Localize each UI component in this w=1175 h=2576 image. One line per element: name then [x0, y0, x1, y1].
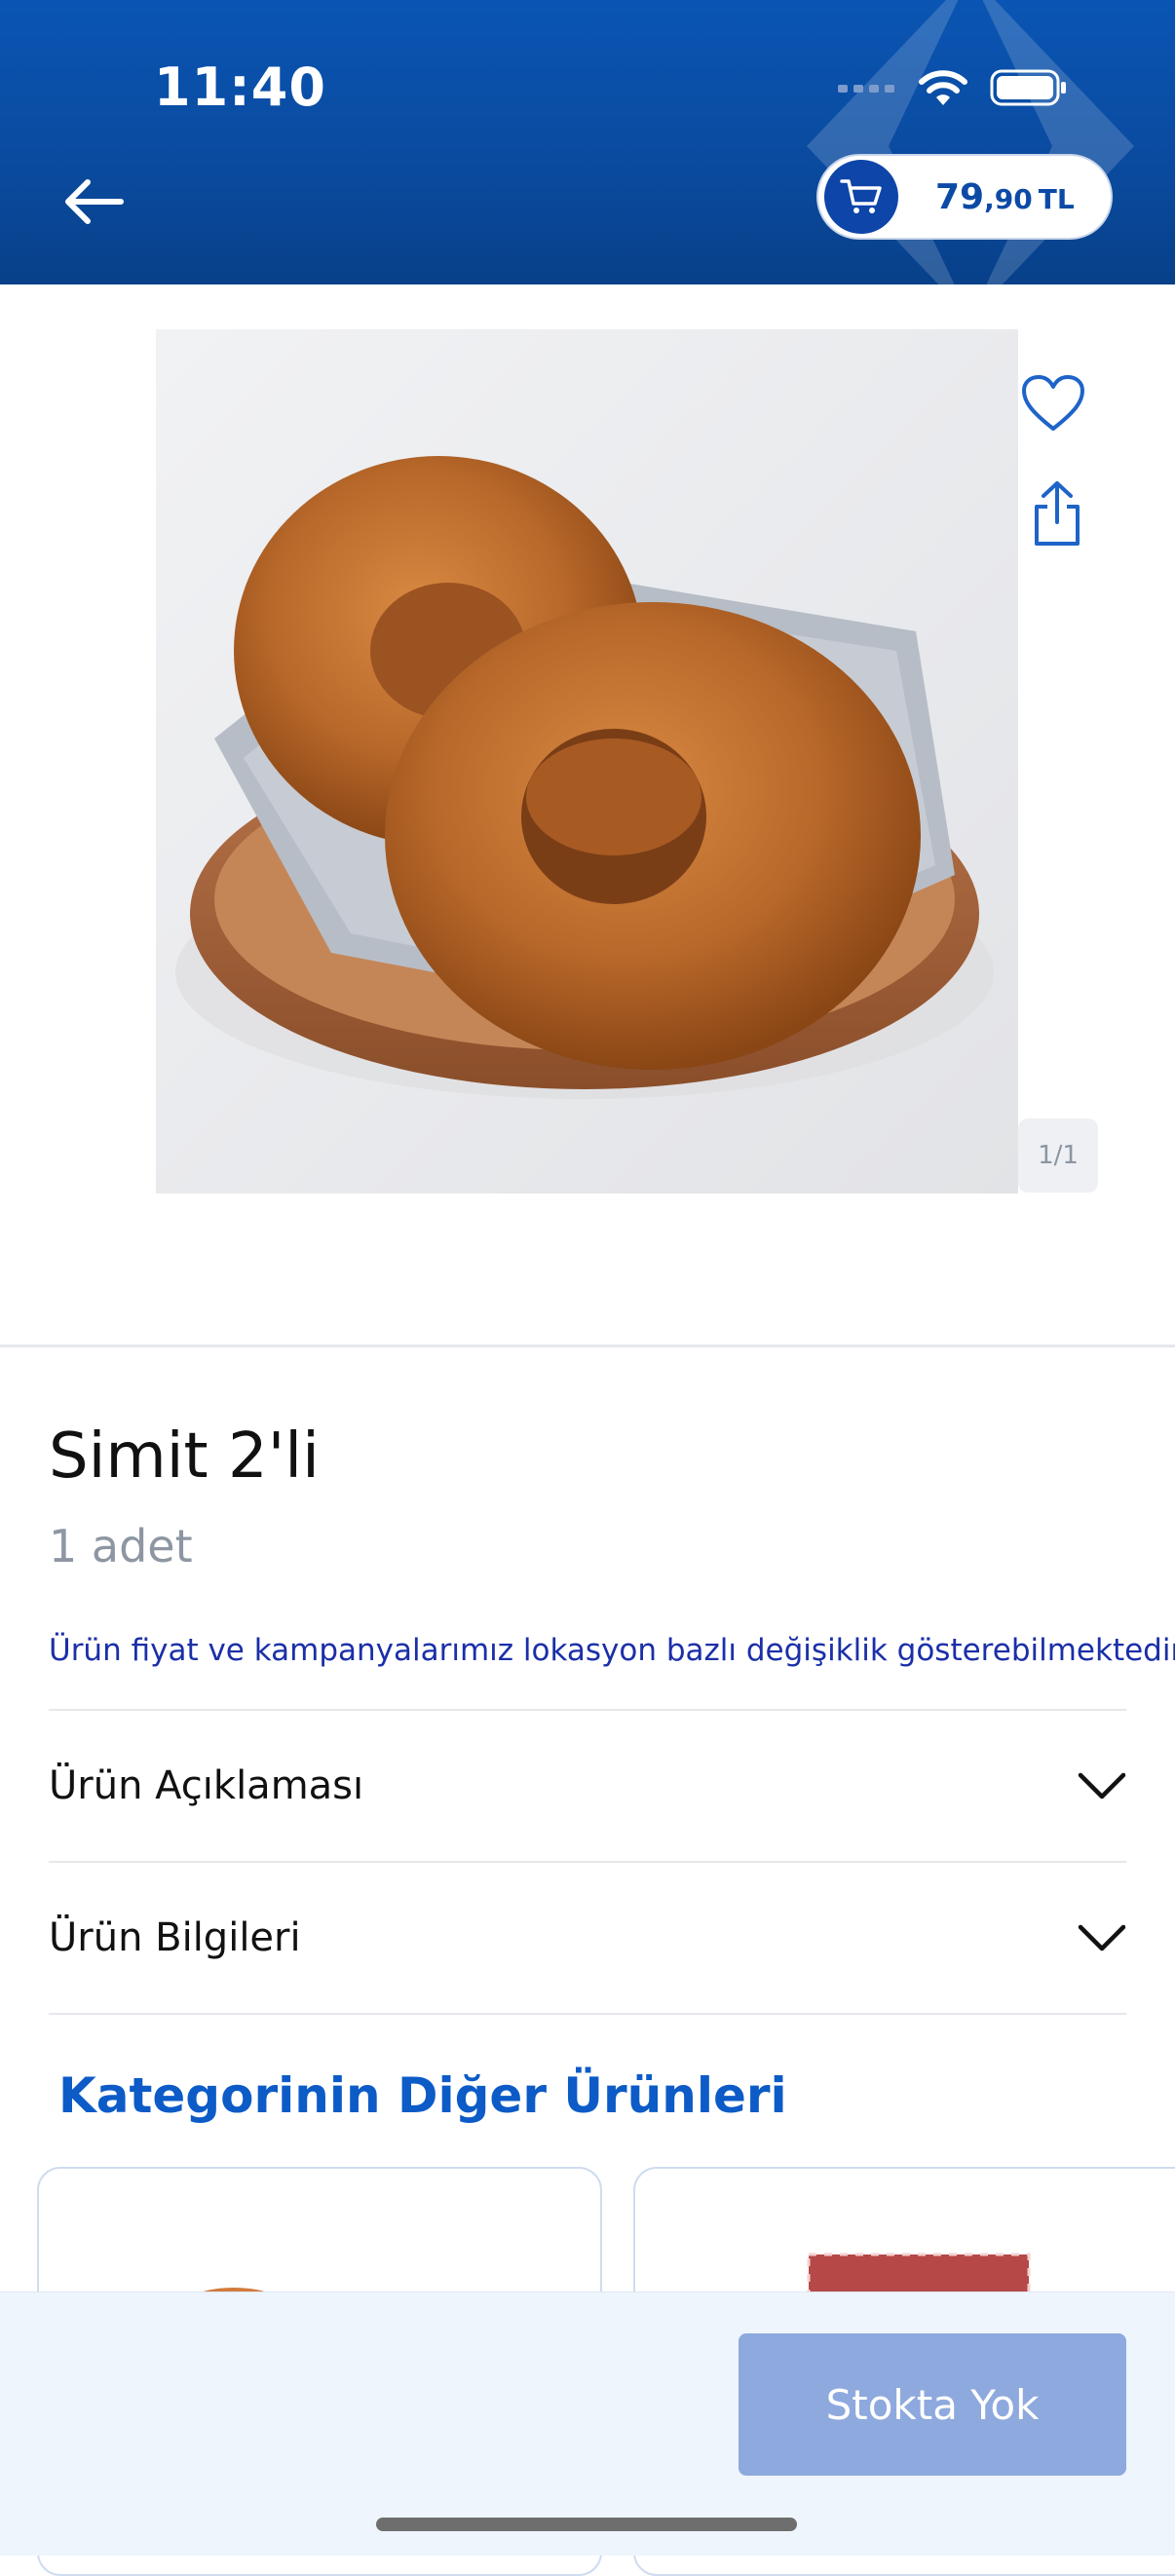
cart-price-int: 79: [935, 176, 985, 217]
share-button[interactable]: [1031, 479, 1083, 548]
status-time: 11:40: [154, 57, 326, 118]
price-notice: Ürün fiyat ve kampanyalarımız lokasyon b…: [49, 1633, 1175, 1668]
status-icons: [838, 68, 1068, 107]
accordion-product-description[interactable]: Ürün Açıklaması: [49, 1709, 1126, 1861]
product-title: Simit 2'li: [49, 1421, 320, 1493]
simit-photo: [175, 456, 994, 1099]
product-image[interactable]: [156, 329, 1018, 1193]
cart-icon-container: [824, 160, 898, 234]
accordion-product-info[interactable]: Ürün Bilgileri: [49, 1861, 1126, 2013]
accordion-divider: [49, 2013, 1126, 2015]
share-icon: [1035, 481, 1080, 546]
wifi-icon: [919, 70, 967, 105]
home-indicator: [376, 2518, 797, 2531]
cart-icon: [840, 179, 882, 213]
related-products-title: Kategorinin Diğer Ürünleri: [58, 2067, 787, 2124]
product-unit: 1 adet: [49, 1520, 193, 1572]
battery-icon: [990, 69, 1066, 106]
app-header: 11:40 79,90 TL: [0, 0, 1175, 284]
brand-logo-watermark: [807, 0, 1134, 284]
favorite-button[interactable]: [1021, 374, 1089, 438]
cart-price-dec: ,90: [984, 182, 1033, 215]
image-counter: 1/1: [1018, 1118, 1098, 1193]
out-of-stock-button[interactable]: Stokta Yok: [739, 2333, 1126, 2476]
cellular-signal-icon: [838, 85, 894, 93]
accordion-label: Ürün Açıklaması: [49, 1763, 364, 1808]
back-arrow-icon: [65, 179, 124, 224]
heart-icon: [1022, 375, 1084, 431]
back-button[interactable]: [60, 168, 138, 236]
chevron-down-icon: [1078, 1924, 1126, 1951]
cart-currency: TL: [1038, 182, 1075, 215]
cart-button[interactable]: 79,90 TL: [816, 154, 1113, 240]
chevron-down-icon: [1078, 1772, 1126, 1799]
cart-total: 79,90 TL: [935, 177, 1075, 217]
section-divider: [0, 1345, 1175, 1347]
accordion-label: Ürün Bilgileri: [49, 1915, 301, 1960]
